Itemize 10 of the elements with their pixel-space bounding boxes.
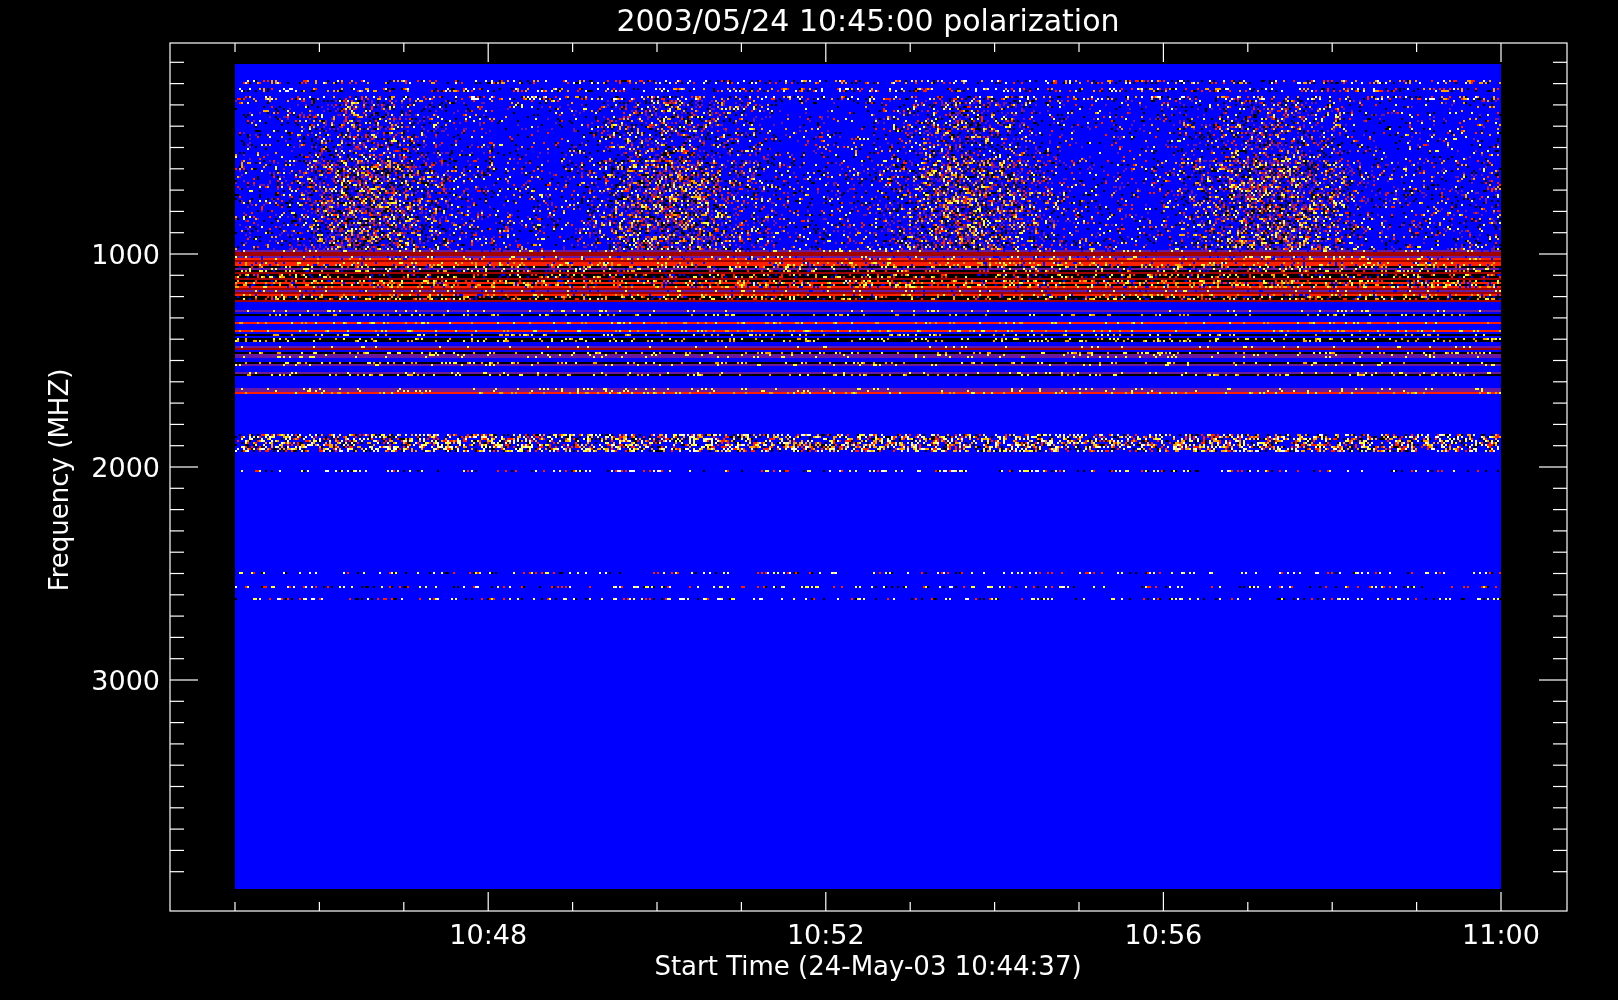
y-axis-label: Frequency (MHZ) <box>44 368 74 592</box>
chart-title: 2003/05/24 10:45:00 polarization <box>616 3 1120 38</box>
y-tick-label: 1000 <box>91 239 160 270</box>
x-axis-label: Start Time (24-May-03 10:44:37) <box>654 951 1082 981</box>
x-tick-label: 10:52 <box>786 919 865 950</box>
x-tick-label: 10:56 <box>1124 919 1203 950</box>
y-tick-label: 3000 <box>91 665 160 696</box>
x-tick-label: 10:48 <box>449 919 528 950</box>
x-tick-label: 11:00 <box>1462 919 1540 950</box>
y-tick-label: 2000 <box>91 452 160 483</box>
